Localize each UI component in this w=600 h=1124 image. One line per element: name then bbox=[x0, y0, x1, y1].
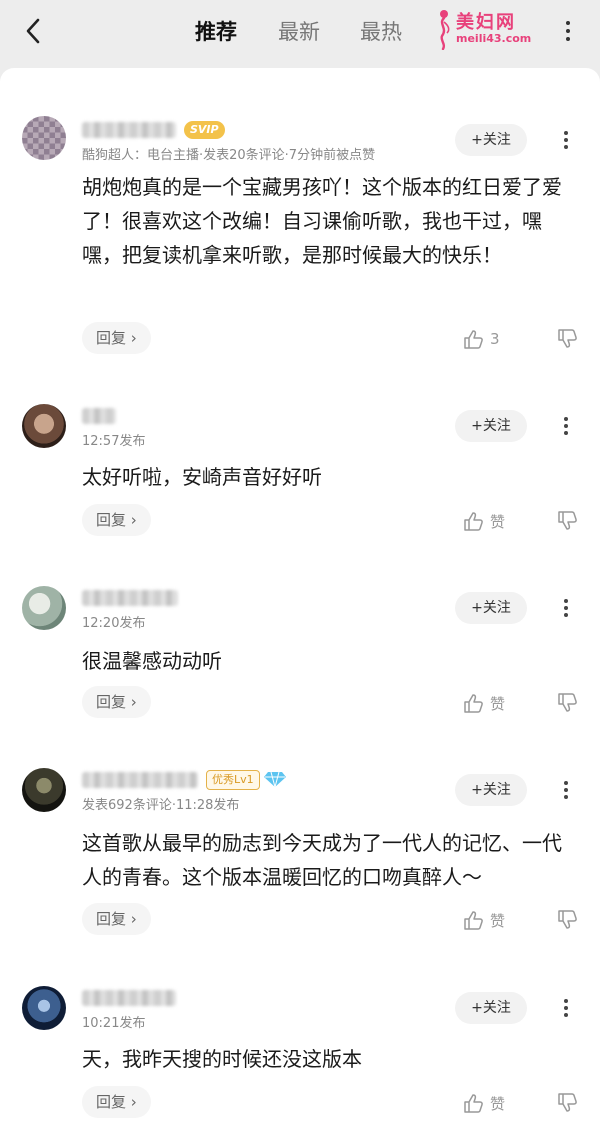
reply-button[interactable]: 回复 › bbox=[82, 322, 151, 354]
svip-badge: SVIP bbox=[184, 121, 225, 139]
username-blurred[interactable] bbox=[82, 772, 198, 788]
like-button[interactable]: 3 bbox=[462, 324, 500, 354]
reply-button[interactable]: 回复 › bbox=[82, 903, 151, 935]
comment-meta: 发表692条评论·11:28发布 bbox=[82, 798, 240, 813]
reply-label: 回复 bbox=[96, 1093, 127, 1111]
comment-meta: 酷狗超人：电台主播·发表20条评论·7分钟前被点赞 bbox=[82, 148, 376, 163]
top-bar: 推荐 最新 最热 美妇网 meili43.com bbox=[0, 0, 600, 66]
like-button[interactable]: 赞 bbox=[462, 905, 505, 935]
tab-latest[interactable]: 最新 bbox=[278, 16, 320, 46]
more-options-icon[interactable] bbox=[556, 777, 576, 803]
like-label: 赞 bbox=[490, 512, 506, 531]
reply-button[interactable]: 回复 › bbox=[82, 504, 151, 536]
username-blurred[interactable] bbox=[82, 990, 176, 1006]
like-label: 赞 bbox=[490, 1094, 506, 1113]
dislike-button[interactable] bbox=[556, 1088, 580, 1118]
dislike-button[interactable] bbox=[556, 506, 580, 536]
comment-meta: 10:21发布 bbox=[82, 1016, 146, 1031]
thumbs-down-icon bbox=[558, 511, 577, 530]
like-button[interactable]: 赞 bbox=[462, 506, 505, 536]
comment-list: SVIP 酷狗超人：电台主播·发表20条评论·7分钟前被点赞 +关注 胡炮炮真的… bbox=[0, 68, 600, 1124]
more-options-icon[interactable] bbox=[556, 413, 576, 439]
avatar[interactable] bbox=[22, 986, 66, 1030]
like-count: 3 bbox=[490, 330, 500, 348]
thumbs-up-icon bbox=[464, 1094, 483, 1113]
tab-hottest[interactable]: 最热 bbox=[360, 16, 402, 46]
follow-button[interactable]: +关注 bbox=[455, 592, 527, 624]
comment-text: 太好听啦，安崎声音好好听 bbox=[82, 465, 322, 489]
dislike-button[interactable] bbox=[556, 688, 580, 718]
thumbs-down-icon bbox=[558, 910, 577, 929]
dislike-button[interactable] bbox=[556, 324, 580, 354]
watermark-url: meili43.com bbox=[456, 32, 532, 45]
username-blurred[interactable] bbox=[82, 590, 178, 606]
thumbs-down-icon bbox=[558, 1093, 577, 1112]
thumbs-up-icon bbox=[464, 911, 483, 930]
thumbs-up-icon bbox=[464, 512, 483, 531]
thumbs-down-icon bbox=[558, 329, 577, 348]
reply-button[interactable]: 回复 › bbox=[82, 1086, 151, 1118]
avatar[interactable] bbox=[22, 586, 66, 630]
more-options-icon[interactable] bbox=[556, 127, 576, 153]
like-button[interactable]: 赞 bbox=[462, 1088, 505, 1118]
like-button[interactable]: 赞 bbox=[462, 688, 505, 718]
follow-button[interactable]: +关注 bbox=[455, 992, 527, 1024]
like-label: 赞 bbox=[490, 911, 506, 930]
avatar[interactable] bbox=[22, 768, 66, 812]
dislike-button[interactable] bbox=[556, 905, 580, 935]
comment-meta: 12:57发布 bbox=[82, 434, 146, 449]
thumbs-down-icon bbox=[558, 693, 577, 712]
reply-label: 回复 bbox=[96, 329, 127, 347]
more-options-icon[interactable] bbox=[556, 595, 576, 621]
comment-text: 天，我昨天搜的时候还没这版本 bbox=[82, 1047, 362, 1071]
reply-label: 回复 bbox=[96, 511, 127, 529]
like-label: 赞 bbox=[490, 694, 506, 713]
watermark-title: 美妇网 bbox=[456, 12, 516, 33]
level-badge: 优秀Lv1 bbox=[206, 770, 260, 790]
follow-button[interactable]: +关注 bbox=[455, 410, 527, 442]
thumbs-up-icon bbox=[464, 330, 483, 349]
comment-text: 这首歌从最早的励志到今天成为了一代人的记忆、一代人的青春。这个版本温暖回忆的口吻… bbox=[82, 831, 562, 889]
diamond-icon bbox=[264, 771, 286, 788]
reply-label: 回复 bbox=[96, 693, 127, 711]
avatar[interactable] bbox=[22, 404, 66, 448]
follow-button[interactable]: +关注 bbox=[455, 774, 527, 806]
username-blurred[interactable] bbox=[82, 408, 116, 424]
comment-text: 很温馨感动动听 bbox=[82, 649, 222, 673]
thumbs-up-icon bbox=[464, 694, 483, 713]
tab-recommended[interactable]: 推荐 bbox=[195, 16, 237, 46]
reply-label: 回复 bbox=[96, 910, 127, 928]
woman-silhouette-icon bbox=[440, 10, 450, 50]
comment-meta: 12:20发布 bbox=[82, 616, 146, 631]
watermark-logo: 美妇网 meili43.com bbox=[432, 6, 552, 52]
username-blurred[interactable] bbox=[82, 122, 176, 138]
reply-button[interactable]: 回复 › bbox=[82, 686, 151, 718]
more-options-icon[interactable] bbox=[556, 14, 580, 48]
follow-button[interactable]: +关注 bbox=[455, 124, 527, 156]
comment-text: 胡炮炮真的是一个宝藏男孩吖！这个版本的红日爱了爱了！很喜欢这个改编！自习课偷听歌… bbox=[82, 175, 562, 267]
more-options-icon[interactable] bbox=[556, 995, 576, 1021]
avatar[interactable] bbox=[22, 116, 66, 160]
